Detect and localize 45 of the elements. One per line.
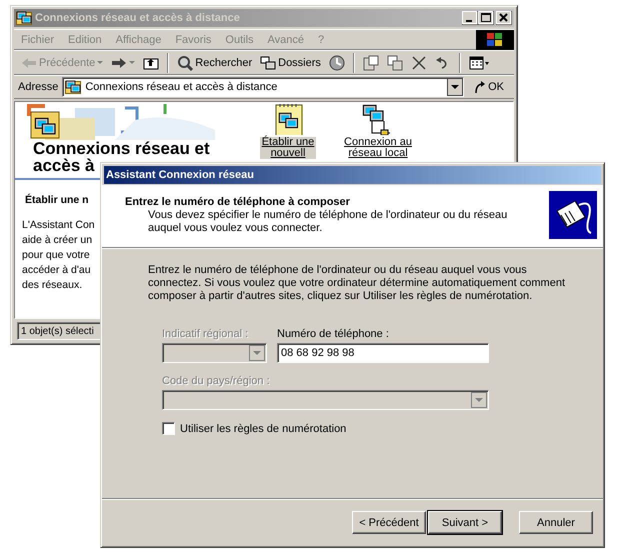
- task-title: Établir une n: [25, 194, 89, 206]
- item-label[interactable]: Établir une nouvell: [260, 137, 316, 159]
- phone-number-field[interactable]: 08 68 92 98 98: [277, 343, 489, 363]
- description-line: aide à créer un: [22, 233, 92, 248]
- checkbox-label[interactable]: Utiliser les règles de numérotation: [180, 422, 346, 434]
- checkbox[interactable]: [162, 422, 175, 435]
- minimize-icon[interactable]: [462, 11, 478, 25]
- go-arrow-icon: [474, 80, 486, 94]
- forward-arrow-icon: [111, 56, 128, 70]
- delete-icon: [410, 54, 427, 70]
- windows-logo-icon: [476, 30, 514, 50]
- address-field[interactable]: Connexions réseau et accès à distance: [62, 77, 464, 97]
- folder-network-icon: [65, 80, 82, 94]
- address-label: Adresse: [18, 81, 58, 93]
- item-label[interactable]: Connexion au réseau local: [342, 137, 414, 159]
- status-text: 1 objet(s) sélecti: [21, 326, 94, 336]
- wizard-button[interactable]: < Précédent: [352, 511, 426, 534]
- field-label: Indicatif régional :: [162, 328, 250, 340]
- description-line: accéder à d'au: [22, 263, 91, 278]
- folder-network-icon: [16, 11, 32, 25]
- wizard-button[interactable]: Annuler: [519, 511, 593, 534]
- folders-button[interactable]: Dossiers: [257, 52, 324, 72]
- instructions-text: Entrez le numéro de téléphone de l'ordinateur ou du réseau auquel vous vous connectez. Si vous voulez que votre ordinateur détermine automatiquement comment composer à partir d'autres sites, cliquez sur Utiliser les règles de numérotation.: [148, 264, 566, 303]
- back-arrow-icon: [21, 56, 37, 70]
- window-title: Assistant Connexion réseau: [106, 169, 254, 181]
- wizard-button[interactable]: Suivant >: [428, 511, 502, 534]
- field-label: Code du pays/région :: [162, 375, 271, 387]
- folders-icon: [260, 54, 276, 70]
- close-icon[interactable]: [496, 11, 512, 25]
- search-icon: [177, 54, 194, 70]
- maximize-icon[interactable]: [478, 11, 494, 25]
- window-title: Connexions réseau et accès à distance: [35, 12, 240, 24]
- field-label: Numéro de téléphone :: [277, 328, 390, 340]
- description-line: pour que votre: [22, 248, 90, 263]
- heading-line: Connexions réseau et: [32, 140, 211, 157]
- views-icon: [468, 54, 490, 70]
- copy-to-icon: [386, 54, 403, 70]
- header-subtitle: Vous devez spécifier le numéro de téléphone de l'ordinateur ou du réseau auquel vous voulez vous connecter.: [147, 209, 508, 235]
- description-line: des réseaux.: [22, 278, 82, 293]
- go-button[interactable]: OK: [468, 80, 510, 94]
- description-line: L'Assistant Con: [22, 218, 95, 233]
- search-button[interactable]: Rechercher: [174, 52, 256, 72]
- move-to-icon: [362, 54, 379, 70]
- phone-plug-icon: [549, 191, 597, 239]
- header-title: Entrez le numéro de téléphone à composer: [125, 196, 351, 208]
